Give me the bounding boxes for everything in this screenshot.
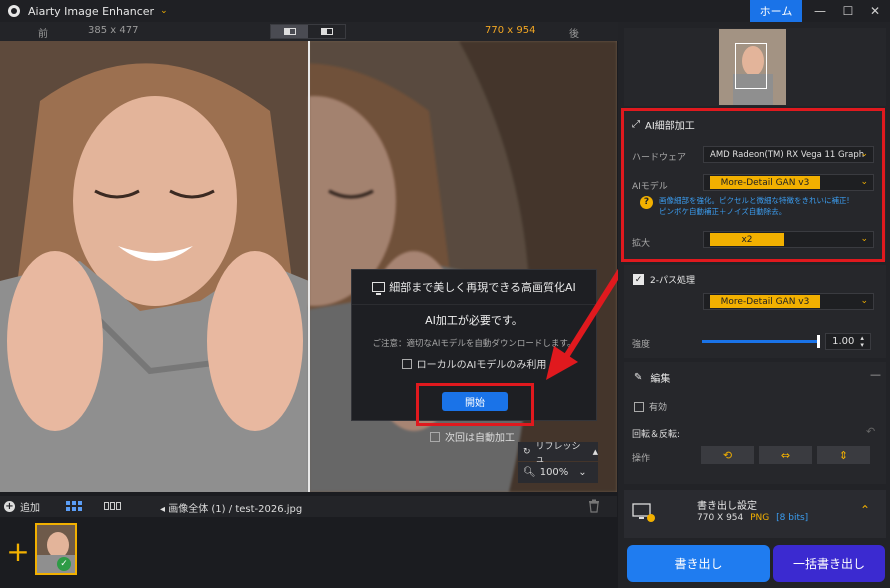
processed-check-icon: ✓: [57, 557, 71, 571]
export-bits: [8 bits]: [776, 513, 809, 523]
export-size: 770 X 954: [697, 513, 744, 523]
back-arrow-icon[interactable]: ◂: [160, 504, 165, 515]
view-mode-toggle: [270, 24, 346, 39]
chevron-up-icon: ▲: [592, 447, 598, 456]
app-title: Aiarty Image Enhancer: [28, 4, 155, 18]
grid-view-icon[interactable]: [66, 501, 84, 511]
two-pass-checkbox[interactable]: ✓ 2-パス処理: [633, 273, 695, 286]
pointer-arrow: [546, 266, 625, 380]
auto-process-label: 次回は自動加工: [445, 433, 515, 444]
side-by-side-button[interactable]: [308, 25, 345, 38]
flip-horizontal-button[interactable]: ⇔: [759, 446, 812, 464]
close-button[interactable]: ✕: [862, 0, 888, 22]
split-view-icon: [283, 28, 296, 35]
checkbox-checked-icon: ✓: [633, 274, 644, 285]
refresh-button[interactable]: ↻ リフレッシュ ▲: [518, 442, 598, 465]
export-format: PNG: [750, 513, 770, 523]
operation-label: 操作: [632, 454, 651, 464]
stepper-icon[interactable]: ▴ ▾: [860, 334, 864, 349]
collapse-icon[interactable]: —: [870, 368, 881, 381]
monitor-icon: [372, 282, 386, 295]
chevron-down-icon: ⌄: [578, 467, 587, 478]
flip-vertical-icon: ⇕: [838, 448, 849, 462]
chevron-down-icon[interactable]: ⌄: [160, 6, 168, 16]
breadcrumb-separator: /: [228, 504, 233, 515]
refresh-label: リフレッシュ: [535, 441, 581, 465]
ai-section-highlight-box: [621, 108, 885, 262]
export-settings-title: 書き出し設定: [697, 501, 757, 512]
batch-export-button[interactable]: 一括書き出し: [773, 545, 885, 582]
side-by-side-icon: [320, 28, 333, 35]
local-model-only-label: ローカルのAIモデルのみ利用: [416, 360, 547, 371]
two-pass-model-value: More-Detail GAN v3: [710, 295, 820, 308]
compare-divider[interactable]: [308, 41, 310, 492]
export-button[interactable]: 書き出し: [627, 545, 770, 582]
thumbnail-strip: [0, 518, 617, 582]
rotate-icon: ⟲: [722, 448, 733, 462]
trash-icon[interactable]: [588, 499, 600, 513]
image-thumbnail[interactable]: [35, 523, 77, 575]
before-size: 385 x 477: [88, 25, 139, 36]
checkbox-icon: [401, 358, 412, 369]
plus-icon: +: [4, 501, 15, 512]
zoom-control[interactable]: 🔍︎ 100% ⌄: [518, 462, 598, 483]
rotate-flip-label: 回転＆反転:: [632, 430, 681, 440]
auto-process-checkbox[interactable]: 次回は自動加工: [430, 429, 515, 444]
after-label: 後: [569, 29, 579, 40]
rotate-button[interactable]: ⟲: [701, 446, 754, 464]
strength-value: 1.00: [832, 336, 855, 347]
checkbox-icon: [634, 401, 644, 412]
add-image-tile[interactable]: +: [6, 533, 29, 569]
navigator-viewport[interactable]: [735, 43, 767, 89]
start-highlight-box: [416, 383, 534, 426]
export-size-info: 770 X 954 PNG [8 bits]: [697, 513, 808, 523]
strength-slider-handle[interactable]: [817, 335, 820, 348]
after-size: 770 x 954: [485, 25, 536, 36]
strength-label: 強度: [632, 340, 651, 350]
strength-input[interactable]: 1.00 ▴ ▾: [825, 333, 871, 350]
double-chevron-up-icon[interactable]: ⌃: [860, 503, 870, 517]
compare-bar: 前 385 x 477 770 x 954 後: [0, 22, 618, 41]
flip-horizontal-icon: ⇔: [780, 448, 791, 462]
breadcrumb-all-images[interactable]: 画像全体 (1): [168, 504, 225, 515]
split-view-button[interactable]: [271, 25, 308, 38]
undo-icon[interactable]: ↶: [866, 425, 875, 438]
maximize-button[interactable]: ☐: [835, 0, 861, 22]
breadcrumb: ◂ 画像全体 (1) / test-2026.jpg: [160, 500, 302, 515]
checkbox-icon: [430, 431, 440, 442]
bottom-toolbar: + 追加: [0, 496, 617, 517]
original-photo: [0, 41, 309, 492]
breadcrumb-file-name: test-2026.jpg: [235, 504, 303, 515]
add-label: 追加: [20, 503, 40, 514]
strength-slider[interactable]: [702, 340, 819, 343]
flip-vertical-button[interactable]: ⇕: [817, 446, 870, 464]
add-button[interactable]: + 追加: [4, 499, 40, 514]
filmstrip-view-icon[interactable]: [104, 501, 122, 511]
edit-section-header: ✎ 編集: [634, 370, 670, 385]
refresh-icon: ↻: [523, 446, 531, 457]
home-button[interactable]: ホーム: [750, 0, 802, 22]
chevron-down-icon: ⌄: [860, 296, 868, 306]
before-label: 前: [38, 29, 48, 40]
zoom-value: 100%: [539, 467, 569, 478]
edit-title: 編集: [650, 374, 671, 385]
minimize-button[interactable]: —: [807, 0, 833, 22]
export-settings-icon: [632, 503, 655, 522]
two-pass-label: 2-パス処理: [650, 276, 695, 286]
enable-edit-checkbox[interactable]: 有効: [634, 400, 667, 413]
enable-label: 有効: [649, 403, 668, 413]
zoom-icon: 🔍︎: [523, 467, 536, 478]
edit-icon: ✎: [634, 372, 643, 383]
app-logo-icon: [8, 5, 20, 17]
two-pass-model-select[interactable]: More-Detail GAN v3 ⌄: [703, 293, 874, 310]
